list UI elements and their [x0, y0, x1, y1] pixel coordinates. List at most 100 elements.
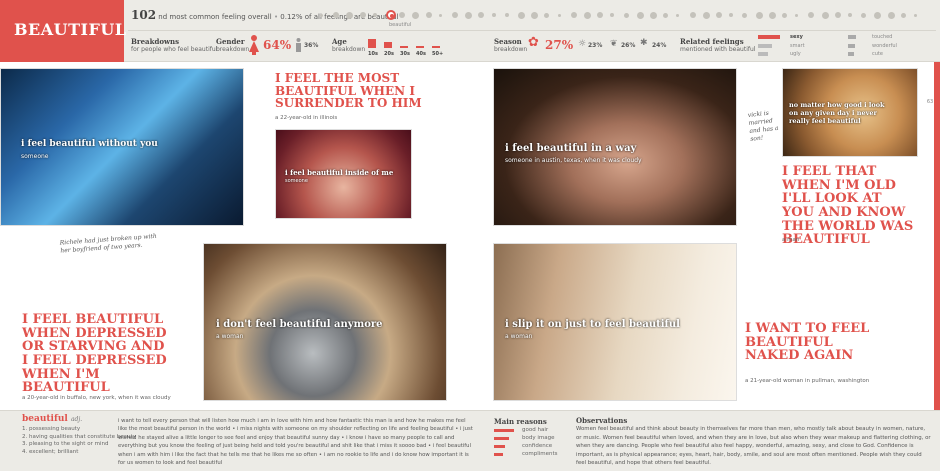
related-smart: smart — [790, 43, 805, 49]
quote-surrender: I FEEL THE MOST BEAUTIFUL WHEN I SURREND… — [275, 71, 422, 111]
quote-surrender-author: a 22-year-old in illinois — [275, 115, 338, 121]
header-divider — [128, 30, 936, 31]
reason-bar — [494, 445, 505, 448]
season-label: Season breakdown — [494, 37, 528, 54]
quote-depressed: I FEEL BEAUTIFUL WHEN DEPRESSED OR STARV… — [22, 312, 167, 396]
frequency-dot — [821, 11, 829, 19]
photo-girl-red: i feel beautiful inside of me someone — [275, 129, 412, 219]
related-bar-6 — [848, 52, 854, 56]
spread: BEAUTIFUL 102 nd most common feeling ove… — [0, 0, 940, 471]
photo-caption: no matter how good i look on any given d… — [789, 101, 885, 125]
frequency-dot — [452, 12, 458, 18]
related-ugly: ugly — [790, 51, 801, 57]
frequency-dot — [900, 12, 906, 18]
related-touched: touched — [872, 34, 893, 40]
related-bar-3 — [758, 52, 768, 56]
age-bar-label: 10s — [368, 51, 378, 57]
frequency-dot — [861, 12, 867, 18]
photo-caption: i feel beautiful inside of me — [285, 168, 394, 177]
winter-percent: 24% — [652, 42, 667, 49]
age-bar-label: 40s — [416, 51, 426, 57]
frequency-dot — [650, 11, 657, 19]
frequency-dot — [782, 12, 787, 18]
frequency-dot — [742, 12, 748, 18]
related-sexy: sexy — [790, 34, 803, 40]
age-bar — [400, 46, 408, 48]
photo-sub: someone in austin, texas, when it was cl… — [505, 157, 642, 164]
photo-caption: i feel beautiful without you — [21, 139, 158, 149]
quote-naked-author: a 21-year-old woman in pullman, washingt… — [745, 378, 870, 384]
feeling-title: BEAUTIFUL — [14, 20, 127, 39]
reason-item: compliments — [494, 450, 558, 458]
related-bar-4 — [848, 35, 856, 39]
fall-percent: 26% — [621, 42, 636, 49]
main-reasons: Main reasons good hair body image confiden… — [494, 417, 558, 458]
related-label: Related feelings mentioned with beautiful — [680, 37, 756, 54]
related-bar-2 — [758, 44, 772, 48]
stats-header: BEAUTIFUL 102 nd most common feeling ove… — [0, 0, 940, 62]
gender-label: Gender breakdown — [216, 37, 250, 54]
spring-percent: 27% — [545, 38, 574, 52]
quote-naked: I WANT TO FEEL BEAUTIFUL NAKED AGAIN — [745, 321, 870, 364]
fall-leaf-icon: ❦ — [610, 39, 618, 49]
breakdowns-label: Breakdowns for people who feel beautiful — [131, 37, 218, 54]
related-bar-5 — [848, 44, 855, 48]
summer-sun-icon: ☼ — [578, 39, 587, 49]
photo-caption: i slip it on just to feel beautiful — [505, 319, 680, 330]
frequency-dot — [518, 11, 525, 19]
story-excerpts: i want to tell every person that will li… — [118, 418, 473, 467]
quote-old-author: a man — [782, 237, 800, 243]
age-bar — [432, 46, 440, 48]
related-wonderful: wonderful — [872, 43, 897, 49]
frequency-dot — [676, 13, 680, 17]
frequency-dot — [386, 10, 396, 20]
frequency-dot — [795, 13, 799, 17]
frequency-dot — [636, 11, 644, 19]
reason-item: body image — [494, 434, 558, 442]
frequency-dot — [887, 11, 895, 19]
frequency-dot — [438, 13, 442, 17]
related-cute: cute — [872, 51, 883, 57]
frequency-dot — [425, 12, 432, 18]
frequency-dot — [729, 13, 734, 17]
quote-old: I FEEL THAT WHEN I'M OLD I'LL LOOK AT YO… — [782, 164, 914, 248]
age-bar-label: 50+ — [432, 51, 444, 57]
winter-snowflake-icon: ✱ — [640, 38, 648, 48]
handwritten-note-vicki: vicki is married and has a son! — [747, 109, 779, 143]
reason-bar — [494, 437, 509, 440]
frequency-dot — [359, 12, 366, 18]
frequency-dot — [716, 12, 722, 18]
male-percent: 36% — [304, 42, 319, 49]
male-icon — [296, 38, 301, 52]
definition-word: beautiful adj. — [22, 414, 83, 424]
feeling-title-box: BEAUTIFUL — [0, 0, 127, 62]
frequency-dot — [478, 12, 485, 18]
frequency-dot — [768, 11, 776, 19]
photo-blue-hair: i feel beautiful without you someone — [0, 68, 244, 226]
photo-sub: someone — [285, 178, 308, 184]
frequency-dot — [504, 13, 509, 17]
photo-white-dress: i slip it on just to feel beautiful a wo… — [493, 243, 737, 401]
frequency-dot — [346, 11, 354, 19]
photo-sub: a woman — [505, 333, 533, 340]
reason-bar — [494, 453, 503, 456]
summer-percent: 23% — [588, 42, 603, 49]
frequency-dot — [848, 13, 852, 17]
frequency-dot — [399, 12, 406, 18]
observations: Observations Women feel beautiful and th… — [576, 416, 931, 467]
frequency-dot — [874, 11, 882, 19]
frequency-dot — [531, 11, 539, 19]
age-bar-label: 30s — [400, 51, 410, 57]
frequency-dots — [320, 9, 930, 21]
reason-bar — [494, 429, 514, 432]
frequency-dot — [914, 13, 917, 17]
frequency-dot — [320, 13, 323, 17]
reason-item: good hair — [494, 426, 558, 434]
frequency-dot — [808, 12, 815, 18]
photo-caption: i feel beautiful in a way — [505, 143, 637, 154]
frequency-dot — [623, 12, 629, 18]
age-label: Age breakdown — [332, 37, 366, 54]
handwritten-note-richele: Richele had just broken up with her boyf… — [59, 232, 157, 255]
related-bar-1 — [758, 35, 780, 39]
frequency-dot — [597, 12, 604, 18]
